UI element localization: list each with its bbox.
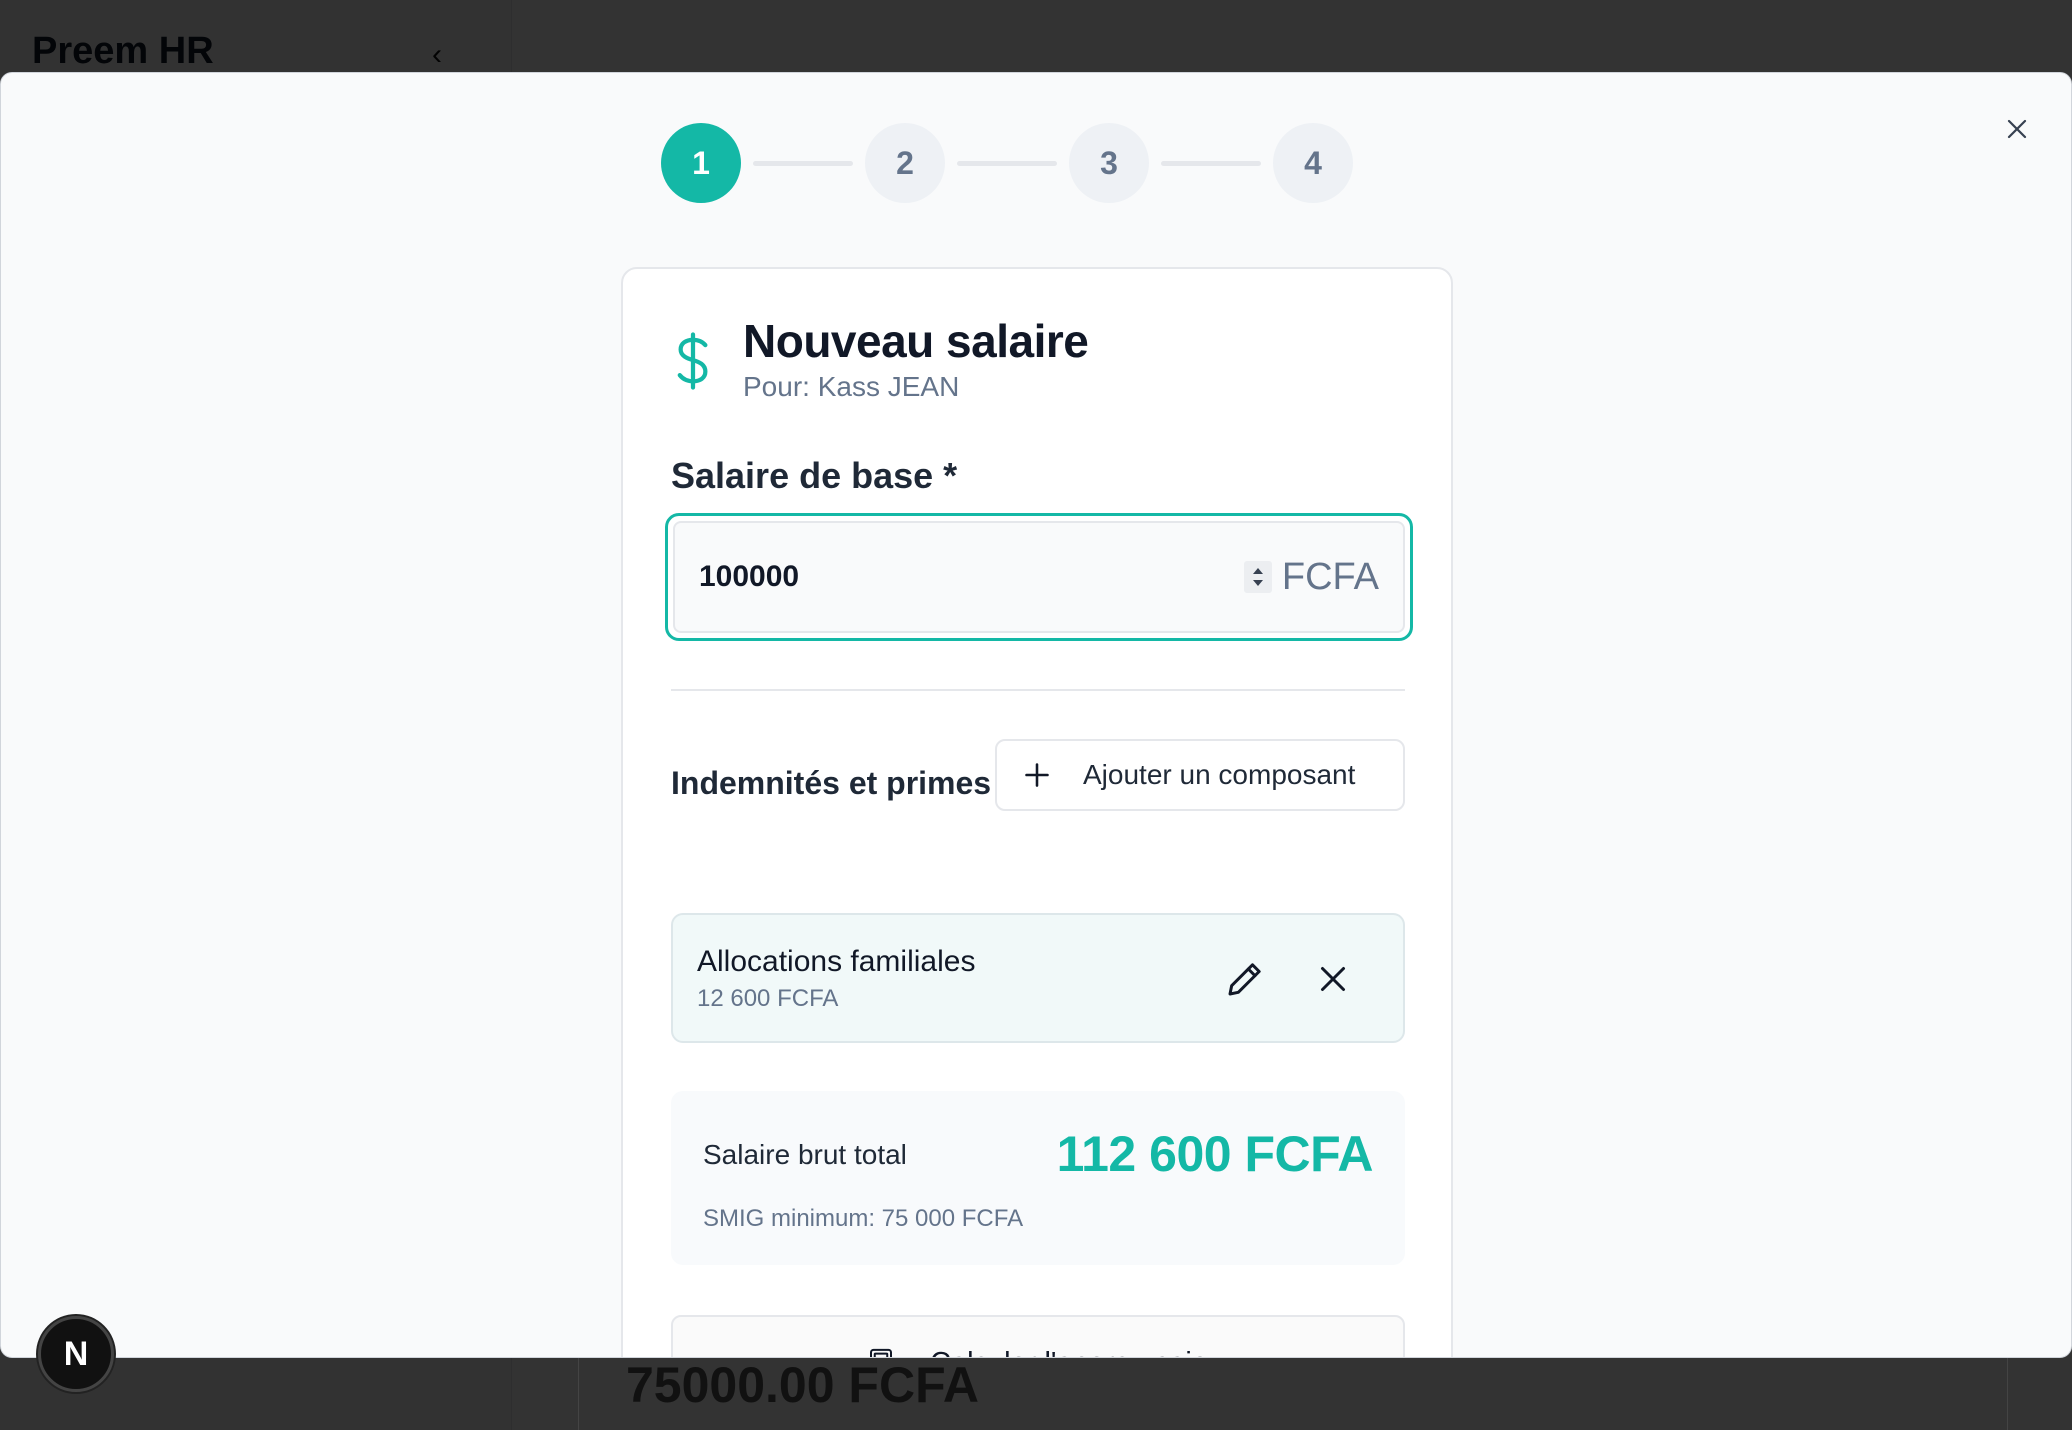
stepper: 1 2 3 4 [661,123,1353,203]
step-1: 1 [661,123,741,203]
sidebar-collapse-icon: ‹ [432,38,442,71]
add-component-button[interactable]: Ajouter un composant [995,739,1405,811]
salary-card: Nouveau salaire Pour: Kass JEAN Salaire … [621,267,1453,1358]
calculator-icon [870,1348,893,1357]
nextjs-dev-badge[interactable]: N [38,1316,114,1392]
card-subtitle: Pour: Kass JEAN [743,371,960,402]
step-connector [753,160,853,166]
calculate-label: Calculer l'aperçu paie [930,1347,1208,1358]
total-value: 112 600 FCFA [1056,1126,1374,1182]
smig-minimum: SMIG minimum: 75 000 FCFA [703,1205,1024,1232]
step-2: 2 [865,123,945,203]
step-4: 4 [1273,123,1353,203]
close-icon[interactable] [1997,109,2037,149]
number-spinner-icon[interactable] [1243,561,1272,593]
component-name: Allocations familiales [697,945,976,978]
salary-modal: 1 2 3 4 Nouveau salaire Pour: Kass JEAN … [0,72,2072,1358]
dollar-icon [677,332,708,390]
step-connector [1161,160,1261,166]
base-salary-field[interactable]: 100000 FCFA [665,513,1413,641]
base-salary-label: Salaire de base * [671,455,958,496]
app-title: Preem HR [32,30,214,72]
plus-icon [1025,763,1049,787]
remove-icon[interactable] [1315,961,1351,997]
divider [671,689,1405,691]
components-section-label: Indemnités et primes [671,765,992,801]
pencil-icon[interactable] [1225,959,1265,999]
currency-suffix: FCFA [1281,555,1379,598]
step-connector [957,160,1057,166]
component-amount: 12 600 FCFA [697,985,839,1012]
background-amount: 75000.00 FCFA [626,1357,979,1413]
component-item: Allocations familiales 12 600 FCFA [671,913,1405,1043]
calculate-payslip-button[interactable]: Calculer l'aperçu paie [671,1315,1405,1358]
base-salary-value[interactable]: 100000 [699,560,1244,594]
total-summary: Salaire brut total 112 600 FCFA SMIG min… [671,1091,1405,1265]
card-title: Nouveau salaire [743,315,1089,367]
total-label: Salaire brut total [703,1139,907,1170]
step-3: 3 [1069,123,1149,203]
card-header: Nouveau salaire Pour: Kass JEAN [671,313,1089,403]
add-component-label: Ajouter un composant [1083,759,1356,790]
base-salary-input[interactable]: 100000 FCFA [673,521,1405,633]
